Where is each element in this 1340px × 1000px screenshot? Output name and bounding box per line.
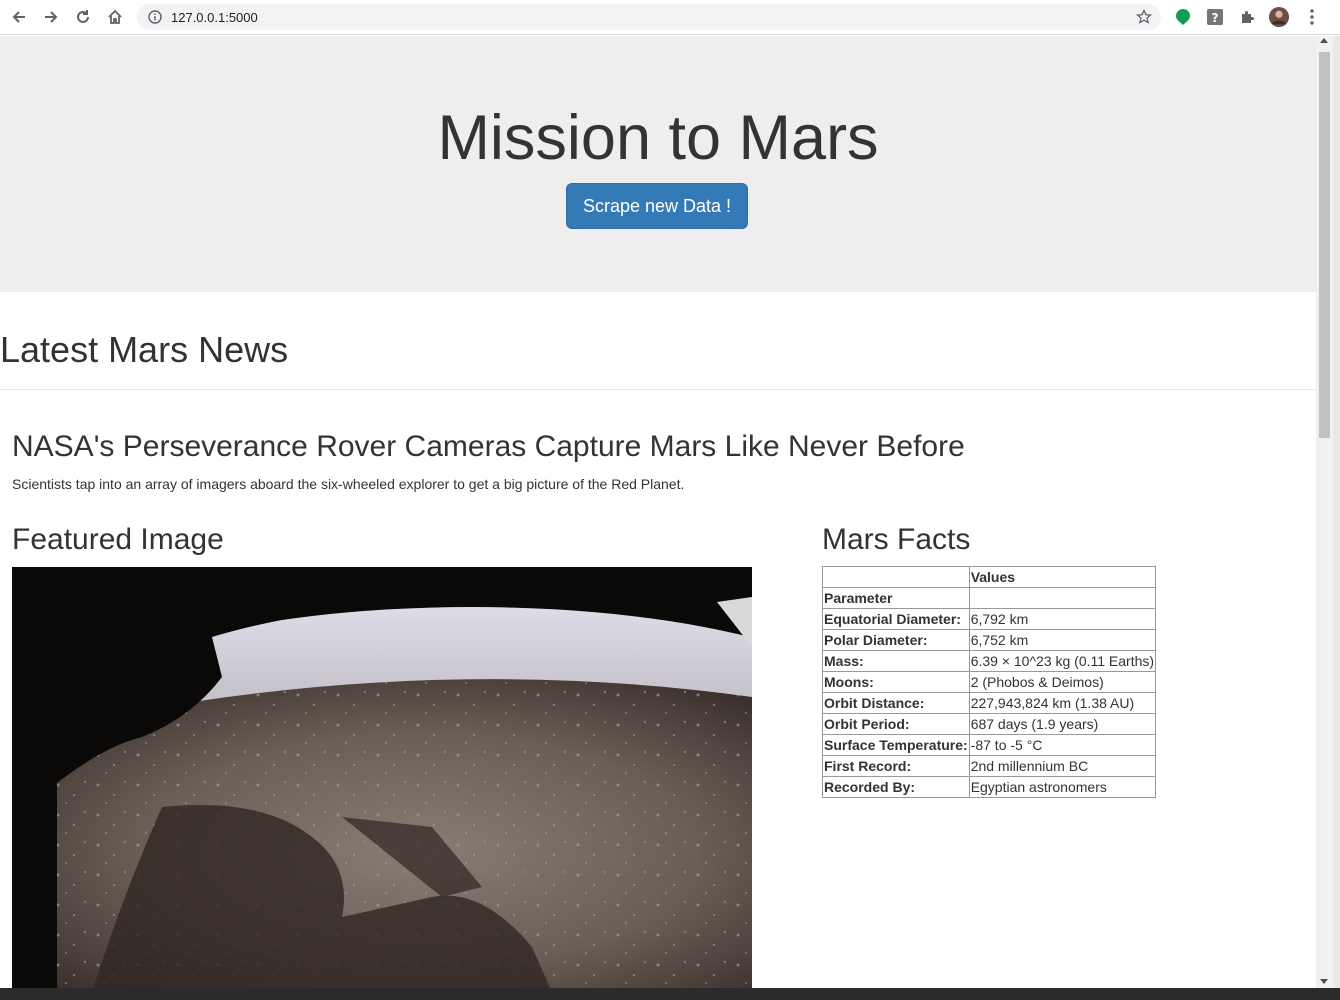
table-row: Orbit Distance: 227,943,824 km (1.38 AU) [822,692,1157,714]
table-cell: 6,752 km [968,629,1157,651]
jumbotron: Mission to Mars Scrape new Data ! [0,36,1316,292]
browser-toolbar: 127.0.0.1:5000 ? [0,0,1340,35]
table-row: Mass: 6.39 × 10^23 kg (0.11 Earths) [822,650,1157,672]
table-row: Surface Temperature: -87 to -5 °C [822,734,1157,756]
table-index-row: Parameter [822,587,1157,609]
news-heading: Latest Mars News [0,329,289,370]
table-row-label: Orbit Distance: [822,692,970,714]
extensions-puzzle-icon[interactable] [1237,7,1257,27]
scrape-button[interactable]: Scrape new Data ! [566,183,748,229]
window-edge [1333,36,1340,988]
table-cell: 2nd millennium BC [968,755,1157,777]
table-cell: 2 (Phobos & Deimos) [968,671,1157,693]
url-text[interactable]: 127.0.0.1:5000 [171,10,258,25]
mars-facts-table: Values Parameter Equatorial Diameter: 6,7… [822,566,1157,798]
table-row-label: Orbit Period: [822,713,970,735]
table-row-label: Recorded By: [822,776,970,798]
table-row: First Record: 2nd millennium BC [822,755,1157,777]
table-cell: Egyptian astronomers [968,776,1157,798]
page-title: Mission to Mars [437,103,879,173]
taskbar-strip [0,988,1340,1000]
table-cell: 6.39 × 10^23 kg (0.11 Earths) [968,650,1157,672]
table-cell: 687 days (1.9 years) [968,713,1157,735]
forward-icon[interactable] [39,5,63,29]
news-title: NASA's Perseverance Rover Cameras Captur… [12,430,965,463]
table-header-row: Values [822,566,1157,588]
news-paragraph: Scientists tap into an array of imagers … [12,476,685,492]
table-cell: 6,792 km [968,608,1157,630]
table-header-cell [822,566,970,588]
featured-image [12,567,892,988]
extension-help-icon[interactable]: ? [1205,7,1225,27]
table-row: Polar Diameter: 6,752 km [822,629,1157,651]
page-viewport: Mission to Mars Scrape new Data ! Latest… [0,36,1316,988]
star-icon[interactable] [1135,8,1153,30]
back-icon[interactable] [7,5,31,29]
table-row-label: Equatorial Diameter: [822,608,970,630]
vertical-scrollbar[interactable] [1316,36,1333,988]
table-index-label: Parameter [822,587,970,609]
table-cell: 227,943,824 km (1.38 AU) [968,692,1157,714]
profile-avatar[interactable] [1269,7,1289,27]
info-icon[interactable] [148,10,162,29]
table-row-label: Surface Temperature: [822,734,970,756]
featured-image-heading: Featured Image [12,523,224,556]
divider [0,389,1316,390]
reload-icon[interactable] [71,5,95,29]
table-header-cell: Values [968,566,1157,588]
scroll-up-arrow-icon[interactable] [1320,38,1328,43]
table-cell: -87 to -5 °C [968,734,1157,756]
home-icon[interactable] [103,5,127,29]
table-row: Equatorial Diameter: 6,792 km [822,608,1157,630]
extension-green-icon[interactable] [1173,7,1193,27]
mars-facts-heading: Mars Facts [822,523,971,556]
scroll-down-arrow-icon[interactable] [1320,979,1328,984]
table-row-label: Moons: [822,671,970,693]
table-row-label: Mass: [822,650,970,672]
table-row-label: Polar Diameter: [822,629,970,651]
table-row: Orbit Period: 687 days (1.9 years) [822,713,1157,735]
address-bar[interactable]: 127.0.0.1:5000 [137,4,1161,30]
table-cell [968,587,1157,609]
table-row: Moons: 2 (Phobos & Deimos) [822,671,1157,693]
table-row-label: First Record: [822,755,970,777]
svg-text:?: ? [1212,11,1219,25]
scrollbar-thumb[interactable] [1319,52,1330,438]
table-row: Recorded By: Egyptian astronomers [822,776,1157,798]
menu-dots-icon[interactable] [1302,7,1322,27]
